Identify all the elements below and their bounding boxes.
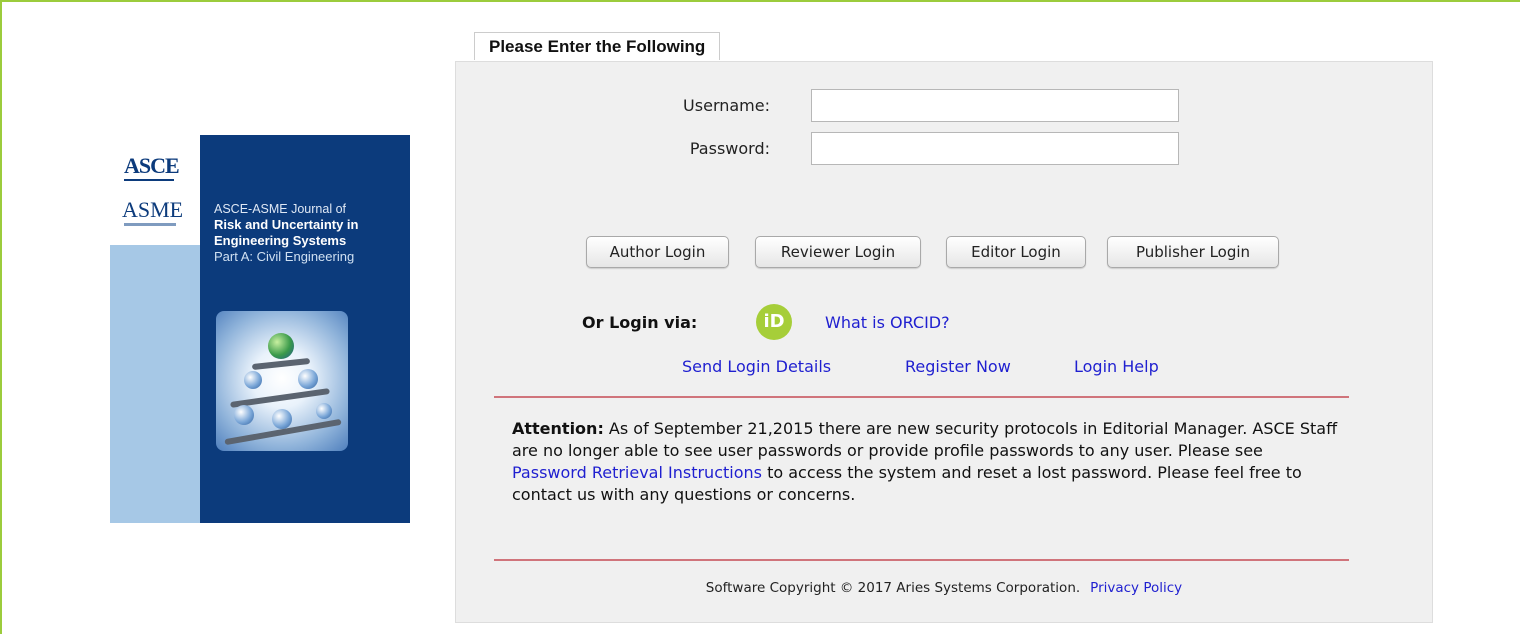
divider-bottom (494, 559, 1349, 561)
footer: Software Copyright © 2017 Aries Systems … (455, 580, 1433, 596)
editor-login-button[interactable]: Editor Login (946, 236, 1086, 268)
asme-logo: ASME (122, 197, 184, 222)
attention-label: Attention: (512, 419, 604, 438)
what-is-orcid-link[interactable]: What is ORCID? (825, 313, 950, 332)
sphere-icon (298, 369, 318, 389)
author-login-button[interactable]: Author Login (586, 236, 729, 268)
cover-title-line-3: Engineering Systems (214, 233, 347, 248)
journal-cover: ASCE ASME ASCE-ASME Journal of Risk and … (110, 135, 410, 523)
cover-title-line-2: Risk and Uncertainty in (214, 217, 359, 232)
sphere-icon (234, 405, 254, 425)
cover-illustration (216, 311, 348, 451)
sphere-icon (244, 371, 262, 389)
divider-top (494, 396, 1349, 398)
cover-title: ASCE-ASME Journal of Risk and Uncertaint… (214, 201, 410, 265)
orcid-icon[interactable]: iD (756, 304, 792, 340)
notice-text-1: As of September 21,2015 there are new se… (512, 419, 1338, 460)
password-input[interactable] (811, 132, 1179, 165)
cover-light-panel (110, 245, 200, 523)
asce-logo-underline (124, 179, 174, 181)
cover-title-line-1: ASCE-ASME Journal of (214, 202, 346, 216)
login-help-link[interactable]: Login Help (1074, 357, 1159, 376)
attention-notice: Attention: As of September 21,2015 there… (512, 418, 1342, 506)
register-now-link[interactable]: Register Now (905, 357, 1011, 376)
publisher-login-button[interactable]: Publisher Login (1107, 236, 1279, 268)
asce-logo: ASCE (124, 153, 180, 178)
cover-title-line-4: Part A: Civil Engineering (214, 249, 355, 264)
send-login-details-link[interactable]: Send Login Details (682, 357, 831, 376)
login-tab-title: Please Enter the Following (474, 32, 721, 60)
sphere-icon (272, 409, 292, 429)
balance-plate-icon (251, 357, 311, 371)
password-retrieval-instructions-link[interactable]: Password Retrieval Instructions (512, 463, 762, 482)
username-input[interactable] (811, 89, 1179, 122)
privacy-policy-link[interactable]: Privacy Policy (1090, 580, 1182, 596)
globe-icon (268, 333, 294, 359)
reviewer-login-button[interactable]: Reviewer Login (755, 236, 921, 268)
sphere-icon (316, 403, 332, 419)
or-login-via-label: Or Login via: (582, 313, 698, 332)
asme-logo-tagline (124, 223, 176, 226)
password-label: Password: (689, 139, 770, 158)
copyright-text: Software Copyright © 2017 Aries Systems … (705, 580, 1081, 596)
username-label: Username: (683, 96, 770, 115)
